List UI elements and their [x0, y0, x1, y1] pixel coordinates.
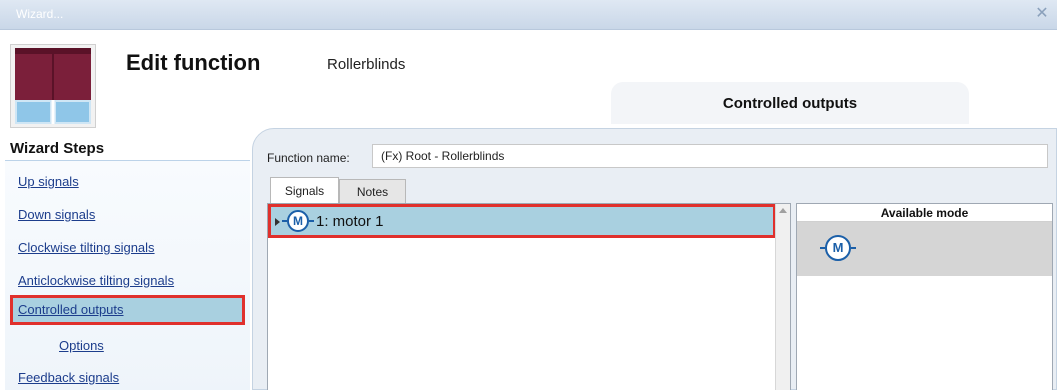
scroll-up-icon[interactable]: [779, 208, 787, 213]
nav-title: Wizard Steps: [10, 140, 105, 157]
signals-list: M 1: motor 1: [267, 203, 791, 390]
expand-arrow-icon[interactable]: [275, 218, 280, 226]
available-mode-panel: Available mode M: [796, 203, 1053, 390]
header: Edit function Rollerblinds Controlled ou…: [0, 30, 1057, 130]
main-panel: Function name: (Fx) Root - Rollerblinds …: [252, 128, 1057, 390]
close-icon[interactable]: ✕: [1033, 5, 1051, 23]
tab-signals[interactable]: Signals: [270, 177, 339, 203]
section-header: Controlled outputs: [611, 82, 969, 124]
wizard-steps-nav: Wizard Steps Up signals Down signals Clo…: [0, 130, 250, 390]
motor-icon[interactable]: M: [820, 235, 856, 261]
nav-item-controlled-outputs[interactable]: Controlled outputs: [18, 302, 124, 317]
page-title: Edit function: [126, 50, 261, 75]
window-title: Wizard...: [16, 7, 64, 21]
motor-icon: M: [282, 210, 314, 232]
nav-item-down-signals[interactable]: Down signals: [18, 207, 95, 222]
nav-item-anticlockwise-tilting-signals[interactable]: Anticlockwise tilting signals: [18, 273, 174, 288]
function-name-field[interactable]: (Fx) Root - Rollerblinds: [372, 144, 1048, 168]
available-mode-body: M: [797, 222, 1052, 276]
nav-item-feedback-signals[interactable]: Feedback signals: [18, 370, 119, 385]
scrollbar[interactable]: [775, 204, 790, 390]
tab-notes[interactable]: Notes: [339, 179, 406, 205]
nav-item-options[interactable]: Options: [59, 338, 104, 353]
nav-item-up-signals[interactable]: Up signals: [18, 174, 79, 189]
page-subtitle: Rollerblinds: [327, 56, 406, 73]
function-name-label: Function name:: [267, 151, 350, 165]
available-mode-header: Available mode: [797, 204, 1052, 222]
list-item[interactable]: M 1: motor 1: [268, 204, 776, 238]
list-item-label: 1: motor 1: [316, 213, 384, 230]
rollerblinds-icon: [10, 44, 96, 128]
title-bar: Wizard... ✕: [0, 0, 1057, 30]
nav-item-clockwise-tilting-signals[interactable]: Clockwise tilting signals: [18, 240, 155, 255]
